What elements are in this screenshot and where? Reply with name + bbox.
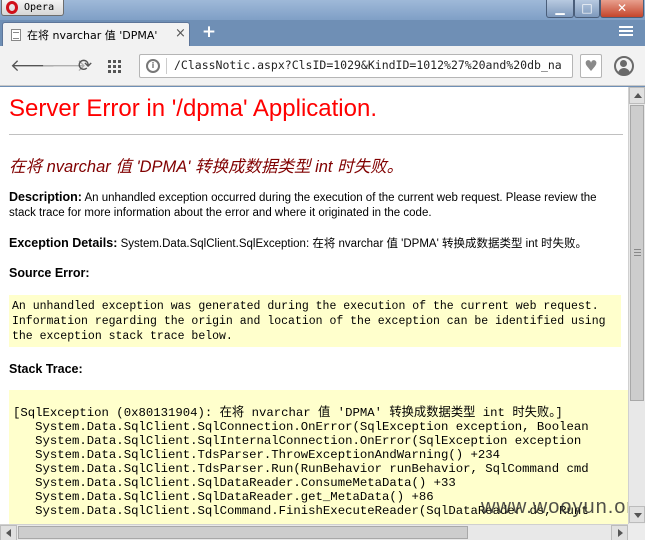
source-error-heading: Source Error: <box>9 266 623 282</box>
exception-label: Exception Details: <box>9 236 118 250</box>
horizontal-scroll-thumb[interactable] <box>18 526 468 539</box>
speed-dial-icon[interactable] <box>108 60 122 74</box>
vertical-scroll-thumb[interactable] <box>630 105 644 401</box>
description-label: Description: <box>9 190 82 204</box>
opera-menu-label: Opera <box>24 2 55 13</box>
vertical-scrollbar[interactable] <box>628 87 645 524</box>
exception-details: Exception Details: System.Data.SqlClient… <box>9 236 623 252</box>
back-icon[interactable]: 🡐 <box>10 56 56 76</box>
description: Description: An unhandled exception occu… <box>9 190 623 221</box>
tab-title: 在将 nvarchar 值 'DPMA' <box>27 29 158 42</box>
horizontal-scrollbar[interactable] <box>0 524 628 540</box>
watermark: www.wooyun.org <box>481 496 645 518</box>
tab-strip: 在将 nvarchar 值 'DPMA' × + <box>0 20 645 46</box>
page-viewport: Server Error in '/dpma' Application. 在将 … <box>0 87 628 524</box>
page-title: Server Error in '/dpma' Application. <box>9 95 377 122</box>
menu-icon[interactable] <box>616 24 636 40</box>
source-label: Source Error: <box>9 266 90 280</box>
source-error-text: An unhandled exception was generated dur… <box>12 300 606 343</box>
minimize-button[interactable]: ▁ <box>546 0 574 18</box>
scroll-down-button[interactable] <box>629 506 645 523</box>
source-error-box: An unhandled exception was generated dur… <box>9 295 621 347</box>
divider <box>9 134 623 135</box>
error-message: 在将 nvarchar 值 'DPMA' 转换成数据类型 int 时失败。 <box>9 158 404 176</box>
stack-label: Stack Trace: <box>9 362 83 376</box>
maximize-button[interactable]: □ <box>574 0 600 18</box>
scroll-up-button[interactable] <box>629 87 645 104</box>
address-bar[interactable]: i /ClassNotic.aspx?ClsID=1029&KindID=101… <box>139 54 573 78</box>
new-tab-button[interactable]: + <box>200 22 218 42</box>
profile-icon[interactable] <box>614 56 634 76</box>
exception-text: System.Data.SqlClient.SqlException: 在将 n… <box>120 238 588 250</box>
scroll-right-button[interactable] <box>611 525 628 540</box>
site-info-icon[interactable]: i <box>146 59 160 73</box>
opera-menu-button[interactable]: Opera <box>1 0 64 16</box>
close-window-button[interactable]: ✕ <box>600 0 644 18</box>
heart-icon[interactable]: ♥ <box>580 54 602 78</box>
forward-icon[interactable]: 🡒 <box>41 56 87 76</box>
address-input[interactable]: /ClassNotic.aspx?ClsID=1029&KindID=1012%… <box>174 58 568 72</box>
tab-active[interactable]: 在将 nvarchar 值 'DPMA' × <box>2 22 190 46</box>
description-text: An unhandled exception occurred during t… <box>9 192 597 219</box>
address-divider <box>166 58 167 74</box>
reload-icon[interactable]: ⟳ <box>75 56 95 76</box>
navigation-bar: 🡐 🡒 ⟳ i /ClassNotic.aspx?ClsID=1029&Kind… <box>0 46 645 86</box>
title-bar: Opera ▁ □ ✕ <box>0 0 645 20</box>
close-icon[interactable]: × <box>175 26 186 41</box>
opera-logo-icon <box>6 1 18 14</box>
page-icon <box>11 29 21 41</box>
stack-trace-heading: Stack Trace: <box>9 362 623 378</box>
scrollbar-corner <box>628 524 645 540</box>
scroll-left-button[interactable] <box>0 525 17 540</box>
